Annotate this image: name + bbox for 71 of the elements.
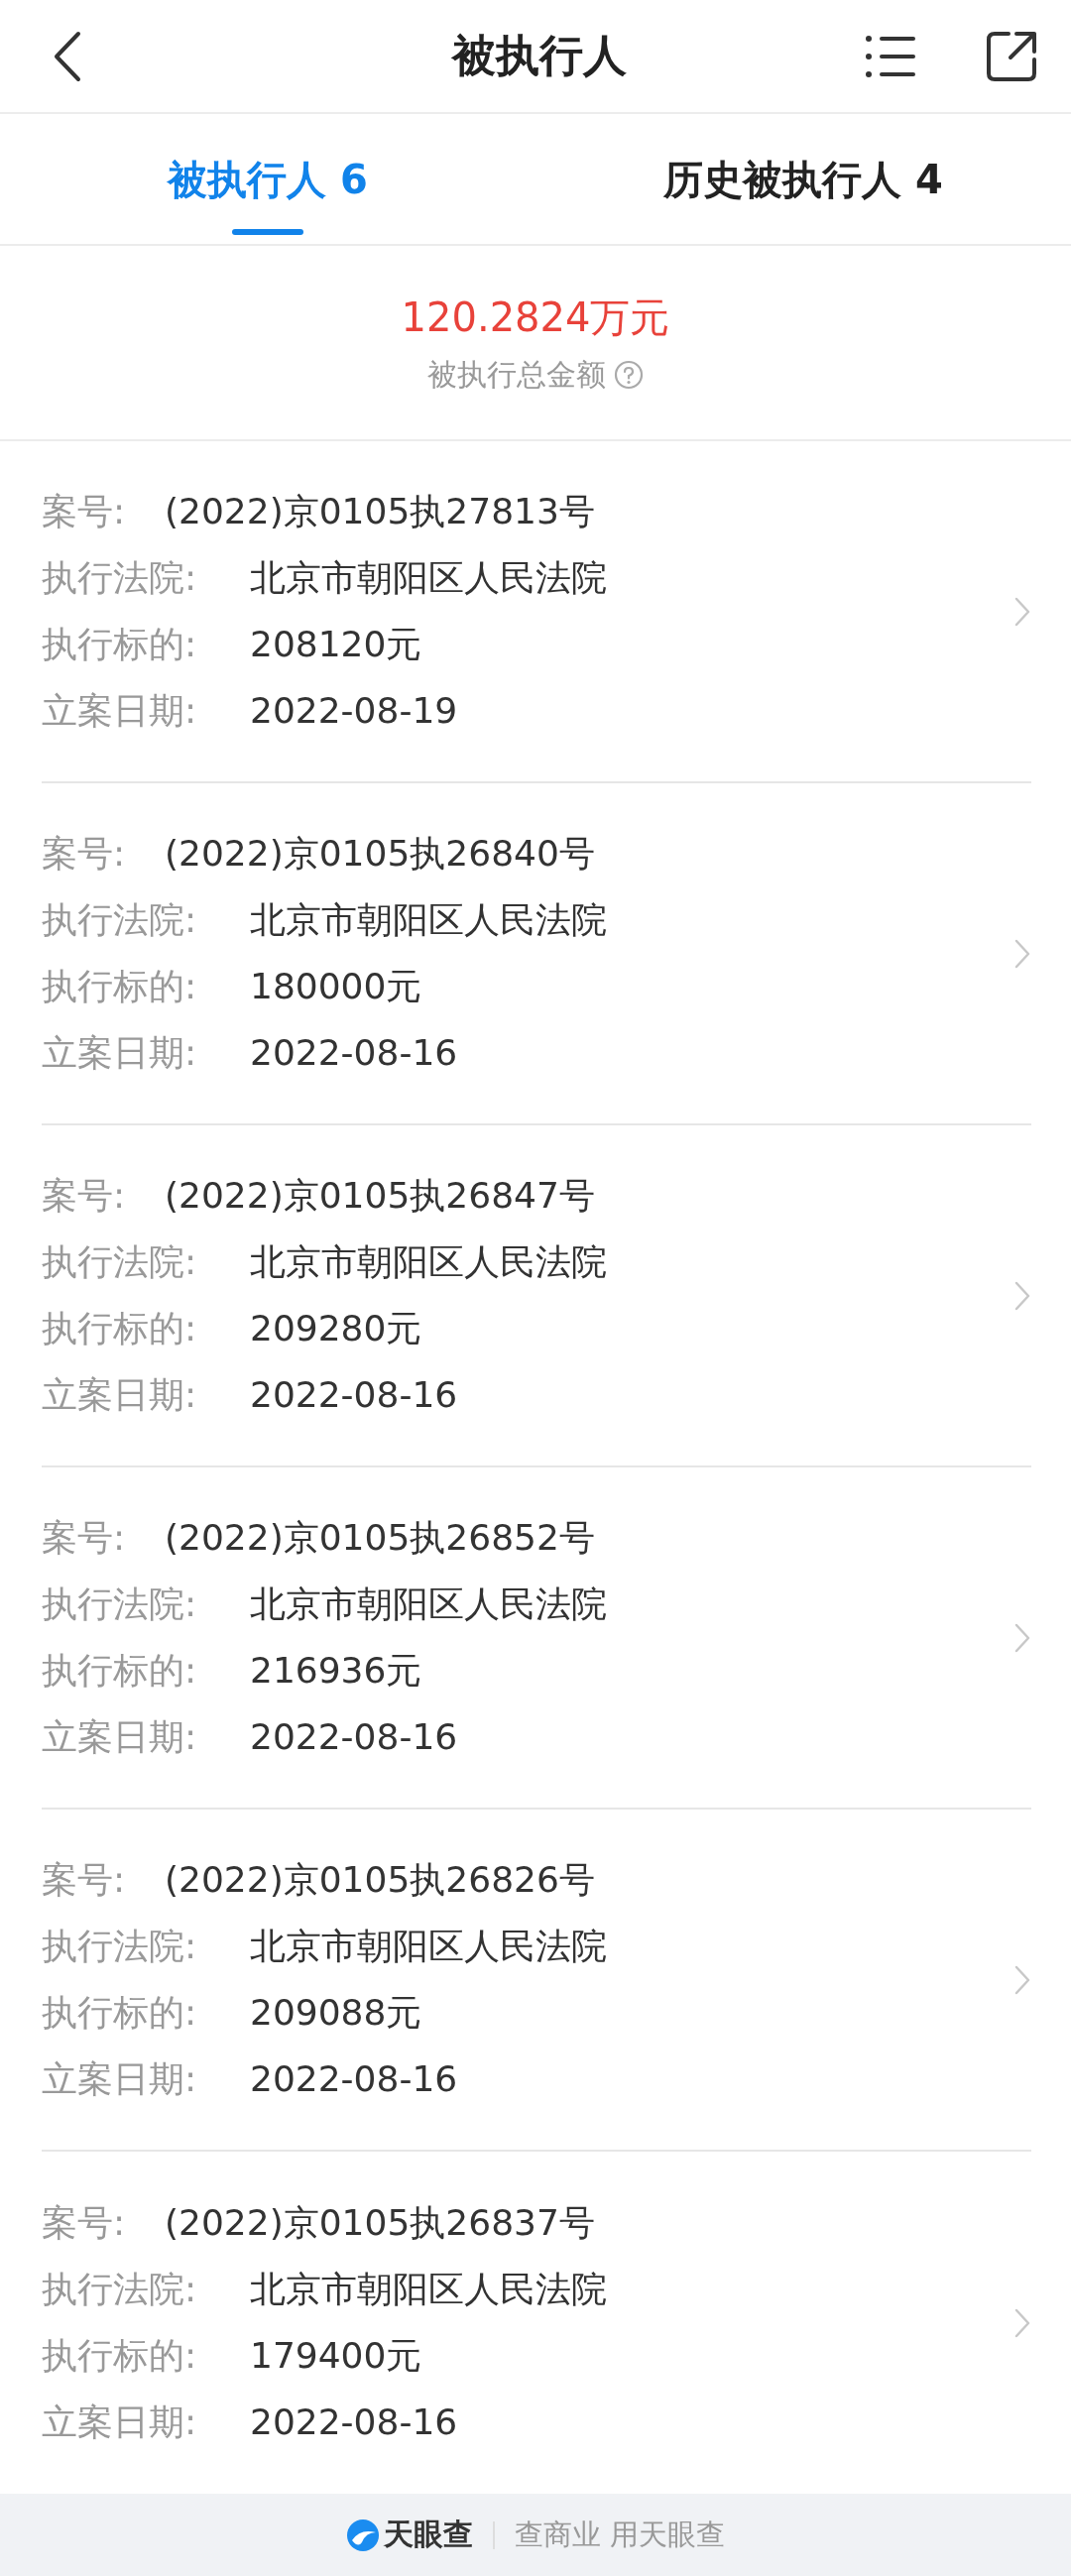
total-amount-label: 被执行总金额 <box>427 355 606 394</box>
field-label: 执行标的: <box>42 1991 198 2035</box>
field-label: 案号: <box>42 1174 127 1218</box>
field-value: 209280元 <box>250 1307 422 1350</box>
field-value: (2022)京0105执26840号 <box>165 832 595 876</box>
field-label: 执行标的: <box>42 623 198 666</box>
field-label: 案号: <box>42 832 127 876</box>
field-value: 北京市朝阳区人民法院 <box>250 1925 607 1968</box>
field-value: (2022)京0105执26847号 <box>165 1174 595 1218</box>
back-icon <box>53 30 82 82</box>
case-card[interactable]: 案号: (2022)京0105执27813号 执行法院: 北京市朝阳区人民法院 执行标的: 208120元 立案日期: 2022-08-19 <box>42 441 1031 783</box>
tab[interactable]: 被执行人 6 <box>0 114 536 244</box>
field-label: 立案日期: <box>42 2057 198 2101</box>
field-label: 立案日期: <box>42 1715 198 1759</box>
brand-name: 天眼查 <box>383 2516 473 2553</box>
field-value: 209088元 <box>250 1991 422 2035</box>
field-label: 执行法院: <box>42 1240 198 1284</box>
field-value: 北京市朝阳区人民法院 <box>250 1582 607 1626</box>
field-value: 北京市朝阳区人民法院 <box>250 2268 607 2311</box>
field-label: 案号: <box>42 2201 127 2245</box>
field-label: 案号: <box>42 1516 127 1560</box>
field-value: 208120元 <box>250 623 422 666</box>
chevron-right-icon <box>1013 595 1031 628</box>
field-label: 执行标的: <box>42 1649 198 1693</box>
field-label: 执行法院: <box>42 1582 198 1626</box>
tab[interactable]: 历史被执行人 4 <box>536 114 1071 244</box>
field-label: 案号: <box>42 490 127 533</box>
field-value: 北京市朝阳区人民法院 <box>250 898 607 942</box>
field-label: 立案日期: <box>42 1031 198 1075</box>
field-label: 执行标的: <box>42 2334 198 2378</box>
chevron-right-icon <box>1013 1963 1031 1996</box>
field-label: 立案日期: <box>42 2400 198 2444</box>
field-value: 北京市朝阳区人民法院 <box>250 1240 607 1284</box>
field-value: 2022-08-19 <box>250 689 458 733</box>
case-card[interactable]: 案号: (2022)京0105执26837号 执行法院: 北京市朝阳区人民法院 执行标的: 179400元 立案日期: 2022-08-16 <box>42 2152 1031 2494</box>
chevron-right-icon <box>1013 2306 1031 2339</box>
field-value: (2022)京0105执26826号 <box>165 1858 595 1902</box>
field-value: 2022-08-16 <box>250 2400 458 2444</box>
field-value: (2022)京0105执26852号 <box>165 1516 595 1560</box>
field-label: 案号: <box>42 1858 127 1902</box>
chevron-right-icon <box>1013 937 1031 970</box>
share-icon <box>985 29 1038 83</box>
field-value: 180000元 <box>250 965 422 1008</box>
page-title: 被执行人 <box>450 29 628 82</box>
chevron-right-icon <box>1013 1621 1031 1654</box>
total-amount: 120.2824万元 <box>401 293 670 342</box>
field-value: 2022-08-16 <box>250 1373 458 1417</box>
case-card[interactable]: 案号: (2022)京0105执26852号 执行法院: 北京市朝阳区人民法院 执行标的: 216936元 立案日期: 2022-08-16 <box>42 1467 1031 1810</box>
field-value: 2022-08-16 <box>250 1715 458 1759</box>
case-card[interactable]: 案号: (2022)京0105执26840号 执行法院: 北京市朝阳区人民法院 执行标的: 180000元 立案日期: 2022-08-16 <box>42 783 1031 1125</box>
field-value: 北京市朝阳区人民法院 <box>250 556 607 600</box>
case-card[interactable]: 案号: (2022)京0105执26847号 执行法院: 北京市朝阳区人民法院 执行标的: 209280元 立案日期: 2022-08-16 <box>42 1125 1031 1467</box>
field-label: 立案日期: <box>42 1373 198 1417</box>
field-value: 179400元 <box>250 2334 422 2378</box>
field-label: 执行标的: <box>42 1307 198 1350</box>
list-icon <box>866 33 915 79</box>
field-label: 执行法院: <box>42 1925 198 1968</box>
chevron-right-icon <box>1013 1279 1031 1312</box>
field-value: 2022-08-16 <box>250 1031 458 1075</box>
field-label: 立案日期: <box>42 689 198 733</box>
case-card[interactable]: 案号: (2022)京0105执26826号 执行法院: 北京市朝阳区人民法院 执行标的: 209088元 立案日期: 2022-08-16 <box>42 1810 1031 2152</box>
slogan: 查商业 用天眼查 <box>514 2516 726 2553</box>
field-label: 执行法院: <box>42 2268 198 2311</box>
field-label: 执行法院: <box>42 556 198 600</box>
field-label: 执行法院: <box>42 898 198 942</box>
field-value: 2022-08-16 <box>250 2057 458 2101</box>
field-value: (2022)京0105执26837号 <box>165 2201 595 2245</box>
field-label: 执行标的: <box>42 965 198 1008</box>
field-value: 216936元 <box>250 1649 422 1693</box>
field-value: (2022)京0105执27813号 <box>165 490 595 533</box>
eye-logo-icon <box>345 2517 380 2552</box>
